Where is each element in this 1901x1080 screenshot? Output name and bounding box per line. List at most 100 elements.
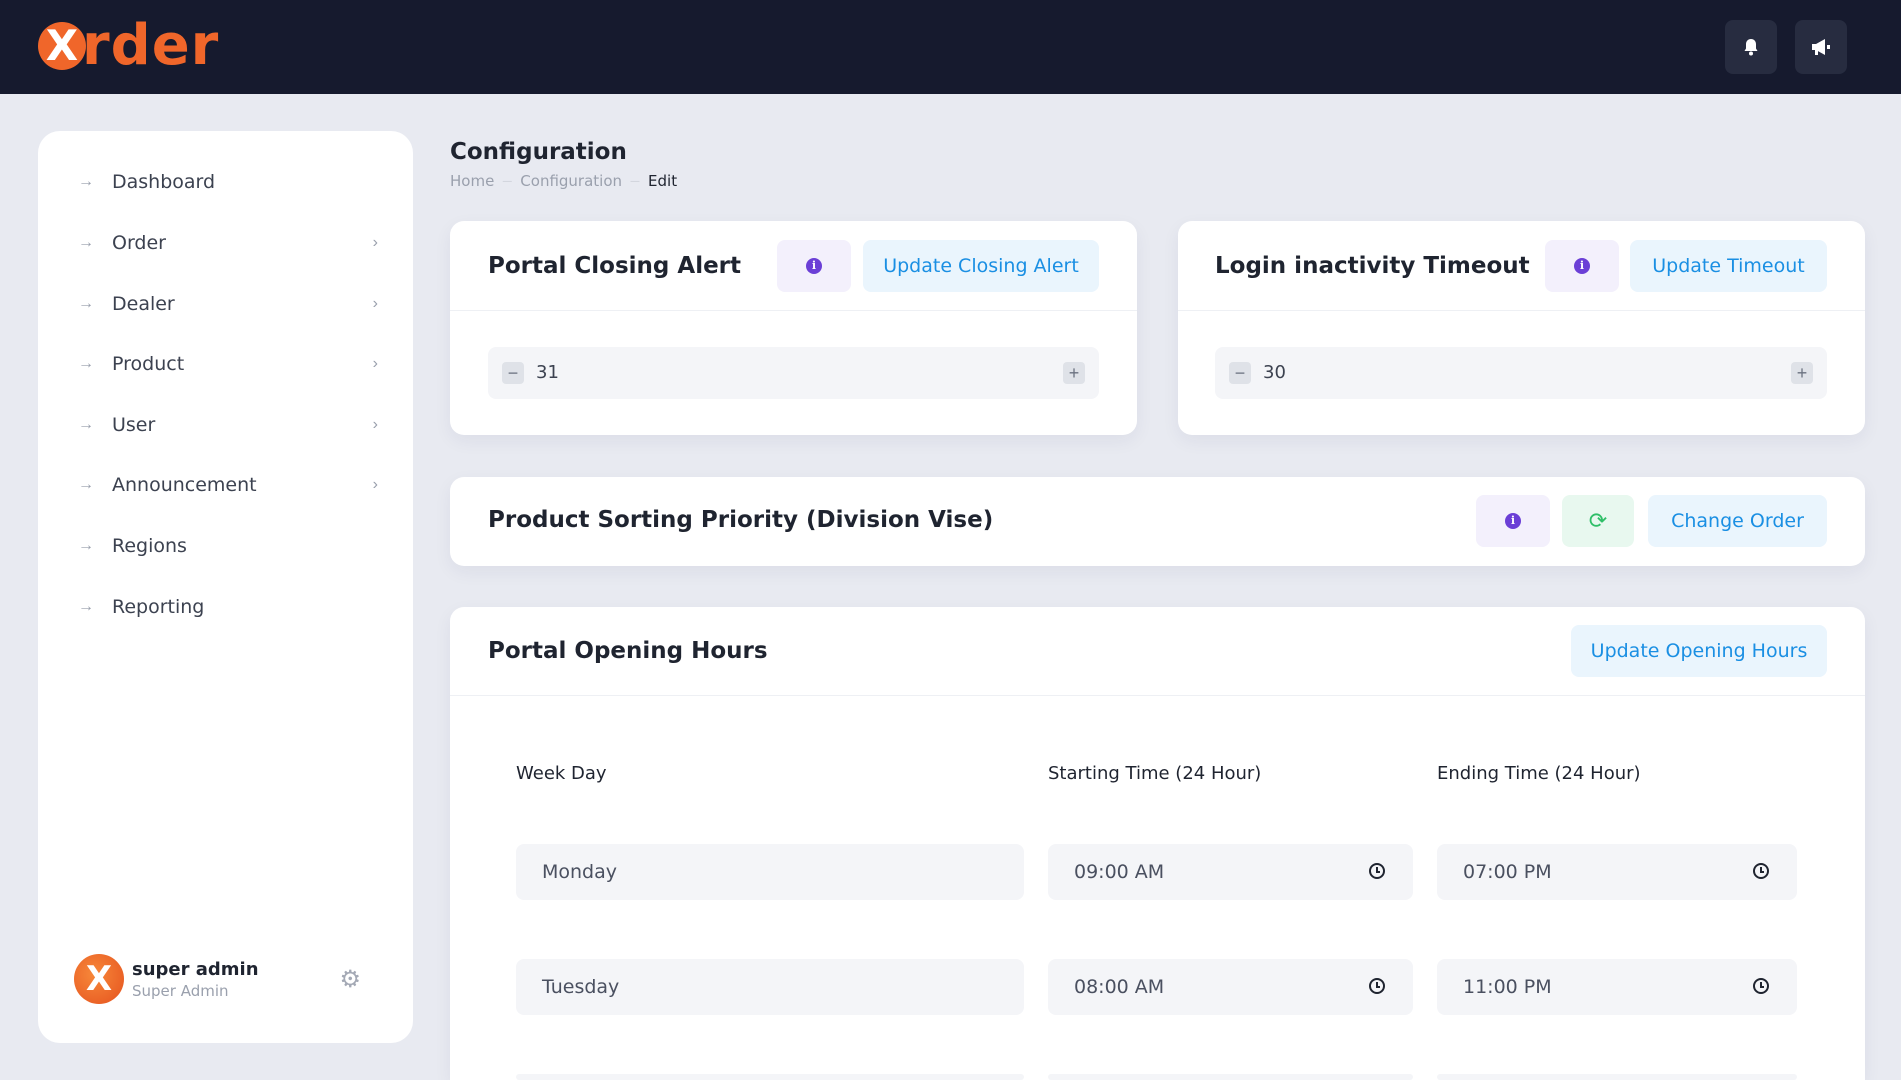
- sidebar-item-label: Product: [112, 353, 185, 375]
- start-time-input-next[interactable]: [1048, 1074, 1413, 1080]
- card-divider: [450, 310, 1137, 311]
- arrow-right-icon: →: [78, 476, 94, 493]
- update-timeout-button[interactable]: Update Timeout: [1630, 240, 1827, 292]
- product-sorting-card: Product Sorting Priority (Division Vise)…: [450, 477, 1865, 566]
- sidebar-item-dealer[interactable]: → Dealer ›: [78, 284, 378, 324]
- closing-alert-value[interactable]: 31: [536, 362, 559, 383]
- minus-icon[interactable]: −: [1229, 362, 1251, 384]
- weekday-field-next: [516, 1074, 1024, 1080]
- start-time-input-tuesday[interactable]: 08:00 AM: [1048, 959, 1413, 1015]
- page-title: Configuration: [450, 139, 627, 165]
- arrow-right-icon: →: [78, 416, 94, 433]
- sidebar-item-label: Announcement: [112, 474, 257, 496]
- product-sorting-info-button[interactable]: i: [1476, 495, 1550, 547]
- sidebar-item-regions[interactable]: → Regions: [78, 526, 378, 566]
- sidebar-item-user[interactable]: → User ›: [78, 405, 378, 445]
- column-header-starting-time: Starting Time (24 Hour): [1048, 763, 1262, 784]
- sidebar-item-order[interactable]: → Order ›: [78, 223, 378, 263]
- sidebar-item-dashboard[interactable]: → Dashboard: [78, 162, 378, 202]
- info-icon: i: [806, 258, 822, 274]
- sidebar-item-label: User: [112, 414, 156, 436]
- update-closing-alert-button[interactable]: Update Closing Alert: [863, 240, 1099, 292]
- login-timeout-info-button[interactable]: i: [1545, 240, 1619, 292]
- clock-icon: [1369, 978, 1385, 994]
- user-info: super admin Super Admin: [132, 959, 259, 1000]
- sidebar: → Dashboard → Order › → Dealer › → Produ…: [38, 131, 413, 1043]
- sidebar-item-label: Dealer: [112, 293, 175, 315]
- weekday-field-tuesday: Tuesday: [516, 959, 1024, 1015]
- sidebar-item-label: Dashboard: [112, 171, 216, 193]
- announcements-button[interactable]: [1795, 20, 1847, 74]
- breadcrumb-separator: —: [630, 175, 641, 187]
- end-time-input-tuesday[interactable]: 11:00 PM: [1437, 959, 1797, 1015]
- breadcrumb: Home — Configuration — Edit: [450, 172, 677, 190]
- login-timeout-title: Login inactivity Timeout: [1215, 253, 1530, 279]
- arrow-right-icon: →: [78, 598, 94, 615]
- start-time-value: 09:00 AM: [1074, 861, 1165, 883]
- portal-closing-alert-title: Portal Closing Alert: [488, 253, 742, 279]
- logo-mark: X: [38, 22, 86, 70]
- timeout-value[interactable]: 30: [1263, 362, 1286, 383]
- update-opening-hours-button[interactable]: Update Opening Hours: [1571, 625, 1827, 677]
- end-time-input-next[interactable]: [1437, 1074, 1797, 1080]
- bell-icon: [1744, 39, 1758, 56]
- column-header-ending-time: Ending Time (24 Hour): [1437, 763, 1641, 784]
- start-time-value: 08:00 AM: [1074, 976, 1165, 998]
- top-bar: X rder: [0, 0, 1901, 94]
- breadcrumb-separator: —: [502, 175, 513, 187]
- sidebar-item-announcement[interactable]: → Announcement ›: [78, 465, 378, 505]
- clock-icon: [1753, 978, 1769, 994]
- chevron-right-icon: ›: [372, 416, 378, 433]
- breadcrumb-configuration[interactable]: Configuration: [520, 172, 622, 190]
- minus-icon[interactable]: −: [502, 362, 524, 384]
- weekday-field-monday: Monday: [516, 844, 1024, 900]
- info-icon: i: [1505, 513, 1521, 529]
- closing-alert-stepper[interactable]: − 31 +: [488, 347, 1099, 399]
- chevron-right-icon: ›: [372, 476, 378, 493]
- sidebar-item-label: Regions: [112, 535, 187, 557]
- sidebar-item-reporting[interactable]: → Reporting: [78, 587, 378, 627]
- portal-closing-alert-card: Portal Closing Alert i Update Closing Al…: [450, 221, 1137, 435]
- timeout-stepper[interactable]: − 30 +: [1215, 347, 1827, 399]
- plus-icon[interactable]: +: [1791, 362, 1813, 384]
- user-role: Super Admin: [132, 981, 229, 1000]
- megaphone-icon: [1812, 39, 1830, 55]
- arrow-right-icon: →: [78, 234, 94, 251]
- portal-closing-alert-info-button[interactable]: i: [777, 240, 851, 292]
- portal-opening-hours-card: Portal Opening Hours Update Opening Hour…: [450, 607, 1865, 1080]
- refresh-icon: ⟳: [1588, 508, 1608, 533]
- sidebar-item-label: Reporting: [112, 596, 205, 618]
- user-name: super admin: [132, 958, 259, 980]
- start-time-input-monday[interactable]: 09:00 AM: [1048, 844, 1413, 900]
- arrow-right-icon: →: [78, 355, 94, 372]
- card-divider: [1178, 310, 1865, 311]
- gear-icon[interactable]: ⚙: [339, 965, 361, 994]
- avatar: X: [74, 954, 124, 1004]
- end-time-value: 07:00 PM: [1463, 861, 1552, 883]
- breadcrumb-edit: Edit: [648, 172, 678, 190]
- app-logo[interactable]: X rder: [38, 13, 220, 78]
- notifications-button[interactable]: [1725, 20, 1777, 74]
- column-header-week-day: Week Day: [516, 763, 607, 784]
- clock-icon: [1753, 863, 1769, 879]
- arrow-right-icon: →: [78, 537, 94, 554]
- info-icon: i: [1574, 258, 1590, 274]
- sidebar-item-product[interactable]: → Product ›: [78, 344, 378, 384]
- clock-icon: [1369, 863, 1385, 879]
- change-order-button[interactable]: Change Order: [1648, 495, 1827, 547]
- user-profile[interactable]: X super admin Super Admin ⚙: [74, 951, 379, 1007]
- sidebar-item-label: Order: [112, 232, 166, 254]
- product-sorting-title: Product Sorting Priority (Division Vise): [488, 507, 994, 533]
- arrow-right-icon: →: [78, 295, 94, 312]
- card-divider: [450, 695, 1865, 696]
- chevron-right-icon: ›: [372, 234, 378, 251]
- chevron-right-icon: ›: [372, 355, 378, 372]
- breadcrumb-home[interactable]: Home: [450, 172, 494, 190]
- opening-hours-title: Portal Opening Hours: [488, 638, 768, 664]
- refresh-button[interactable]: ⟳: [1562, 495, 1634, 547]
- arrow-right-icon: →: [78, 173, 94, 190]
- plus-icon[interactable]: +: [1063, 362, 1085, 384]
- logo-text: rder: [82, 13, 220, 78]
- login-timeout-card: Login inactivity Timeout i Update Timeou…: [1178, 221, 1865, 435]
- end-time-input-monday[interactable]: 07:00 PM: [1437, 844, 1797, 900]
